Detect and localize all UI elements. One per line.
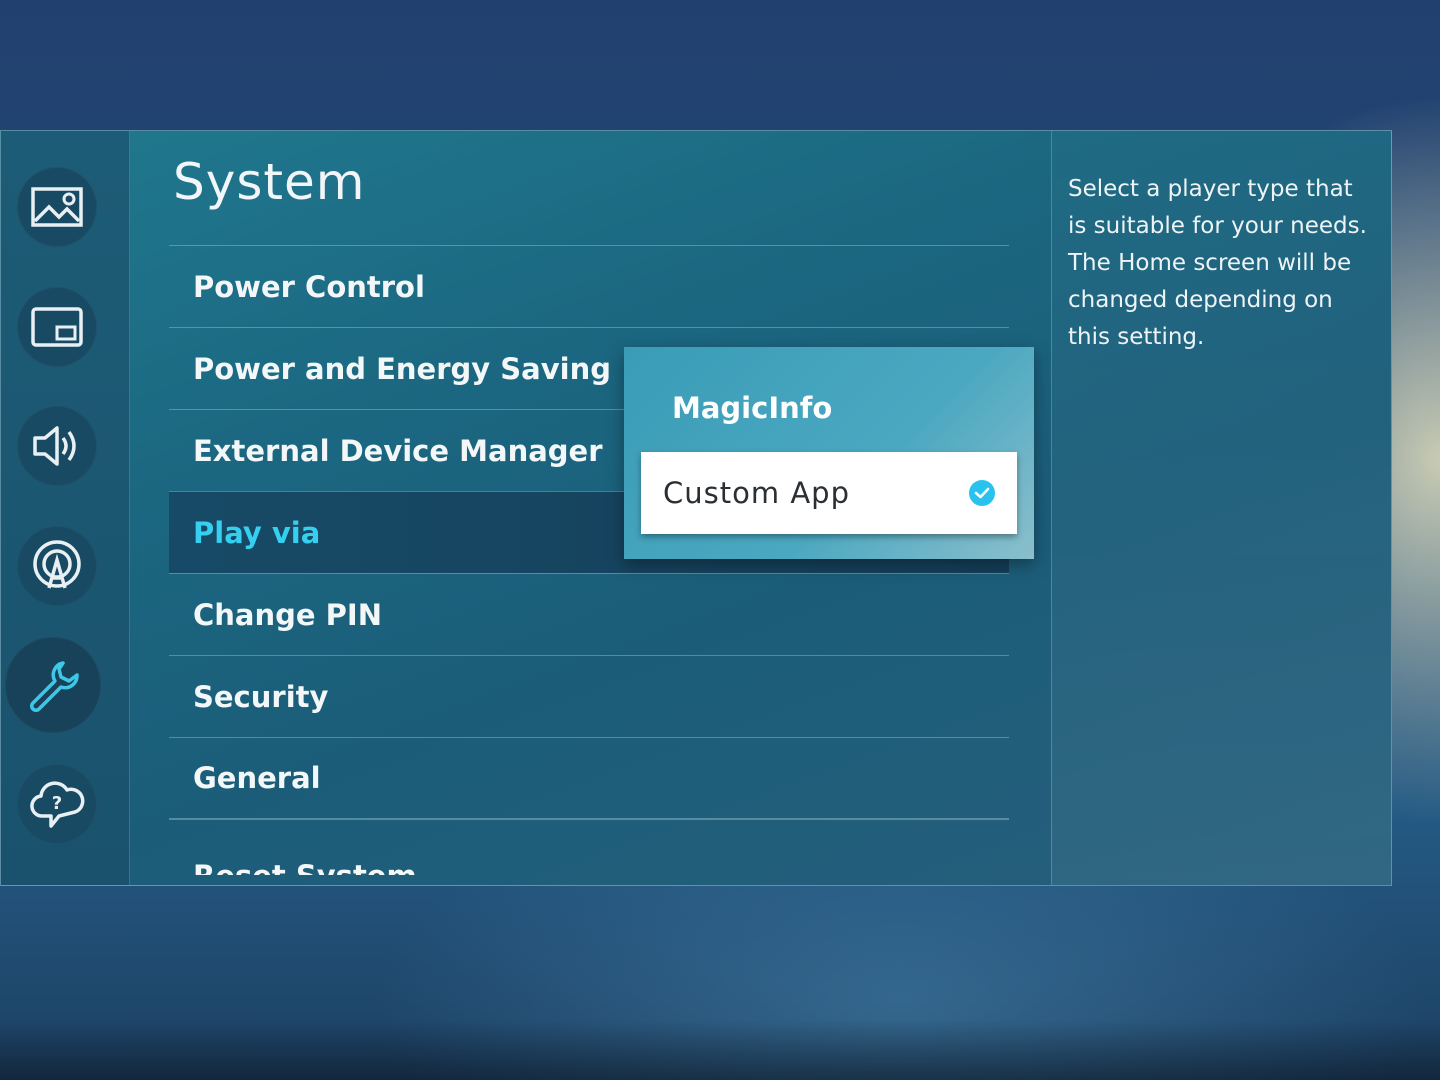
play-via-dropdown: MagicInfo Custom App [624,347,1034,559]
rail-sound-button[interactable] [17,406,97,486]
page-title: System [173,153,366,211]
menu-item-security[interactable]: Security [169,655,1009,737]
menu-item-label: External Device Manager [193,433,603,468]
rail-picture-button[interactable] [17,167,97,247]
screen-bezel-shadow [0,1020,1440,1080]
rail-broadcast-button[interactable] [17,526,97,606]
option-magicinfo[interactable]: MagicInfo [672,391,832,425]
menu-item-label: General [193,761,321,795]
category-rail: ? [1,131,130,885]
wrench-icon [30,661,79,712]
menu-item-reset-system[interactable]: Reset System [169,819,1009,875]
rail-pip-button[interactable] [17,287,97,367]
option-label: Custom App [663,476,850,510]
check-icon [969,480,995,506]
rail-system-button[interactable] [5,637,101,733]
menu-item-label: Power and Energy Saving [193,351,611,386]
menu-item-power-control[interactable]: Power Control [169,245,1009,327]
sound-icon [33,426,76,466]
help-description: Select a player type that is suitable fo… [1068,176,1367,350]
option-custom-app[interactable]: Custom App [641,452,1017,534]
menu-list: Power Control Power and Energy Saving Ex… [169,245,1009,875]
picture-in-picture-icon [31,307,83,347]
support-cloud-icon: ? [30,781,85,828]
menu-item-change-pin[interactable]: Change PIN [169,573,1009,655]
rail-support-button[interactable]: ? [17,764,97,844]
svg-text:?: ? [52,793,62,814]
menu-item-label: Change PIN [193,597,382,632]
broadcast-icon [33,540,81,589]
menu-item-label: Reset System [193,859,417,875]
picture-icon [31,187,83,227]
menu-item-label: Power Control [193,269,425,304]
menu-item-general[interactable]: General [169,737,1009,819]
menu-item-label: Play via [193,515,321,550]
menu-item-label: Security [193,679,329,714]
help-panel: Select a player type that is suitable fo… [1051,131,1392,885]
